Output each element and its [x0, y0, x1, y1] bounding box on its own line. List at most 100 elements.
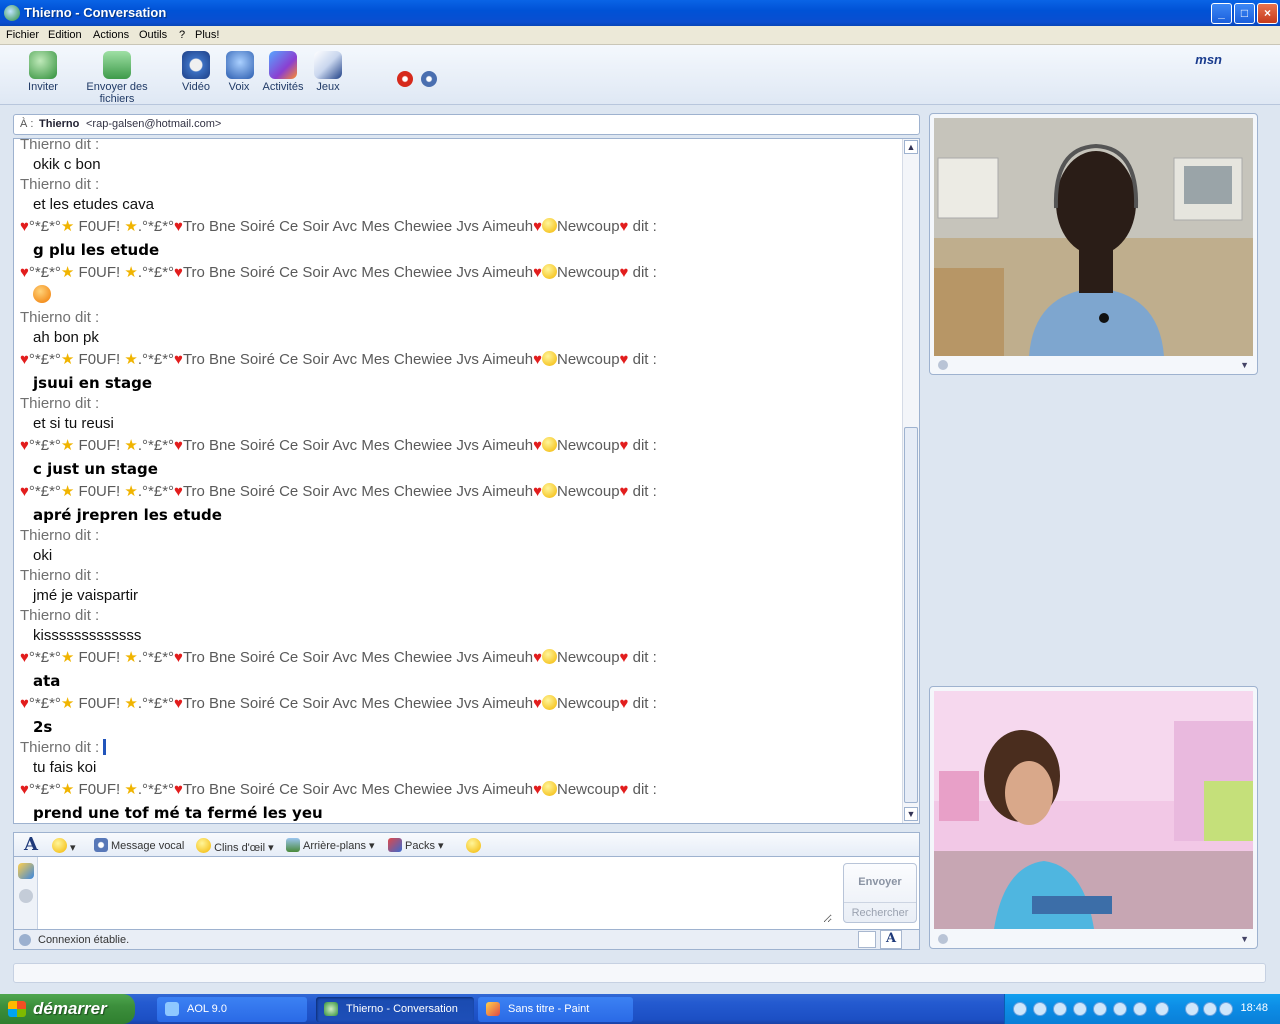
task-aol[interactable]: AOL 9.0 — [157, 997, 307, 1022]
nick-fragment: °*£*° — [28, 218, 61, 235]
nick-fragment: °*£*° — [28, 437, 61, 454]
media-stop-icon[interactable] — [1073, 1002, 1087, 1016]
close-button[interactable]: × — [1257, 3, 1278, 24]
media-prev-icon[interactable] — [1033, 1002, 1047, 1016]
title-bar[interactable]: Thierno - Conversation _ □ × — [0, 0, 1280, 26]
tray-collapse-icon[interactable] — [1185, 1002, 1199, 1016]
message-input[interactable] — [42, 861, 832, 923]
ink-icon[interactable] — [19, 889, 33, 903]
search-button[interactable]: Rechercher — [844, 902, 916, 919]
conversation-history[interactable]: Thierno dit : okik c bon Thierno dit : e… — [13, 138, 920, 824]
media-icon[interactable] — [1013, 1002, 1027, 1016]
task-aol-label: AOL 9.0 — [187, 1003, 227, 1015]
nick-fragment: F0UF! — [78, 695, 121, 712]
voice-button[interactable]: Voix — [226, 51, 254, 93]
menu-plus[interactable]: Plus! — [195, 29, 219, 41]
star-icon: ★ — [60, 649, 75, 666]
message-text: oki — [33, 547, 53, 564]
star-icon: ★ — [124, 483, 138, 500]
star-icon: ★ — [60, 483, 75, 500]
webcam-options-icon[interactable] — [938, 360, 948, 370]
contact-webcam-footer: ▼ — [934, 360, 1253, 372]
minimize-button[interactable]: _ — [1211, 3, 1232, 24]
video-label: Vidéo — [182, 81, 210, 93]
winks-button[interactable]: Clins d'œil ▾ — [196, 838, 274, 854]
heart-icon: ♥ — [619, 695, 629, 712]
invite-button[interactable]: Inviter — [26, 51, 60, 93]
star-icon: ★ — [124, 437, 138, 454]
nick-fragment: Newcoup — [557, 218, 620, 235]
menu-help[interactable]: ? — [179, 29, 185, 41]
network-tray-icon[interactable] — [1219, 1002, 1233, 1016]
menu-edition[interactable]: Edition — [48, 29, 82, 41]
star-icon: ★ — [60, 351, 75, 368]
media-volume-icon[interactable] — [1133, 1002, 1147, 1016]
format-toolbar: A ▾ Message vocal Clins d'œil ▾ Arrière-… — [13, 832, 920, 856]
handwriting-icon[interactable] — [18, 863, 34, 879]
media-next-icon[interactable] — [1093, 1002, 1107, 1016]
scroll-up-button[interactable]: ▲ — [904, 140, 918, 154]
buddy-says-header: Thierno dit : — [20, 309, 100, 326]
games-button[interactable]: Jeux — [314, 51, 342, 93]
font-button[interactable]: A — [24, 834, 38, 855]
paint-icon — [486, 1002, 500, 1016]
me-says-header: ♥°*£*°★ F0UF! ★.°*£*°♥Tro Bne Soiré Ce S… — [20, 694, 657, 712]
media-extra-icon[interactable] — [1155, 1002, 1169, 1016]
chevron-down-icon[interactable]: ▼ — [1240, 360, 1249, 370]
message-text: jsuui en stage — [33, 374, 152, 392]
backgrounds-button[interactable]: Arrière-plans ▾ — [286, 838, 375, 852]
me-says-header: ♥°*£*°★ F0UF! ★.°*£*°♥Tro Bne Soiré Ce S… — [20, 482, 657, 500]
heart-icon: ♥ — [619, 351, 629, 368]
media-play-icon[interactable] — [1053, 1002, 1067, 1016]
nick-fragment: Tro Bne Soiré Ce Soir Avc Mes Chewiee Jv… — [182, 695, 534, 712]
scroll-thumb[interactable] — [904, 427, 918, 803]
history-scrollbar[interactable]: ▲ ▼ — [902, 139, 919, 823]
nick-fragment: Tro Bne Soiré Ce Soir Avc Mes Chewiee Jv… — [182, 351, 534, 368]
message-text: et si tu reusi — [33, 415, 114, 432]
nudge-icon — [466, 838, 481, 853]
emoticon-button[interactable]: ▾ — [52, 838, 76, 854]
headset-icon — [226, 51, 254, 79]
menu-outils[interactable]: Outils — [139, 29, 167, 41]
menu-actions[interactable]: Actions — [93, 29, 129, 41]
media-mute-icon[interactable] — [1113, 1002, 1127, 1016]
send-button[interactable]: Envoyer Rechercher — [843, 863, 917, 923]
packs-button[interactable]: Packs ▾ — [388, 838, 444, 852]
start-button[interactable]: démarrer — [0, 994, 135, 1024]
task-paint[interactable]: Sans titre - Paint — [478, 997, 633, 1022]
handwriting-mode-button[interactable] — [858, 931, 876, 948]
task-paint-label: Sans titre - Paint — [508, 1003, 590, 1015]
voice-label: Voix — [228, 81, 250, 93]
contact-email: <rap-galsen@hotmail.com> — [86, 118, 222, 130]
nick-fragment: °*£*° — [28, 351, 61, 368]
heart-icon: ♥ — [20, 264, 29, 281]
window-title: Thierno - Conversation — [24, 5, 167, 20]
menu-fichier[interactable]: Fichier — [6, 29, 39, 41]
nudge-button[interactable] — [466, 838, 481, 854]
messenger-tray-icon[interactable] — [1203, 1002, 1217, 1016]
send-files-button[interactable]: Envoyer des fichiers — [68, 51, 166, 105]
star-icon: ★ — [124, 218, 138, 235]
speaker-icon — [94, 838, 108, 852]
nick-fragment: °*£*° — [28, 695, 61, 712]
nick-fragment: Newcoup — [557, 695, 620, 712]
status-text: Connexion établie. — [38, 934, 130, 946]
heart-icon: ♥ — [619, 483, 629, 500]
display-picture-icon[interactable] — [421, 71, 437, 87]
star-icon: ★ — [124, 781, 138, 798]
message-text: tu fais koi — [33, 759, 97, 776]
nick-fragment: dit : — [632, 695, 657, 712]
heart-icon: ♥ — [619, 218, 629, 235]
chevron-down-icon[interactable]: ▼ — [1240, 934, 1249, 944]
webcam-icon — [182, 51, 210, 79]
activities-button[interactable]: Activités — [262, 51, 304, 93]
task-conversation[interactable]: Thierno - Conversation — [316, 997, 474, 1022]
video-button[interactable]: Vidéo — [180, 51, 212, 93]
maximize-button[interactable]: □ — [1234, 3, 1255, 24]
block-icon[interactable] — [397, 71, 413, 87]
text-mode-button[interactable]: A — [880, 930, 902, 949]
message-text: okik c bon — [33, 156, 101, 173]
voice-clip-button[interactable]: Message vocal — [94, 838, 184, 852]
scroll-down-button[interactable]: ▼ — [904, 807, 918, 821]
webcam-options-icon[interactable] — [938, 934, 948, 944]
